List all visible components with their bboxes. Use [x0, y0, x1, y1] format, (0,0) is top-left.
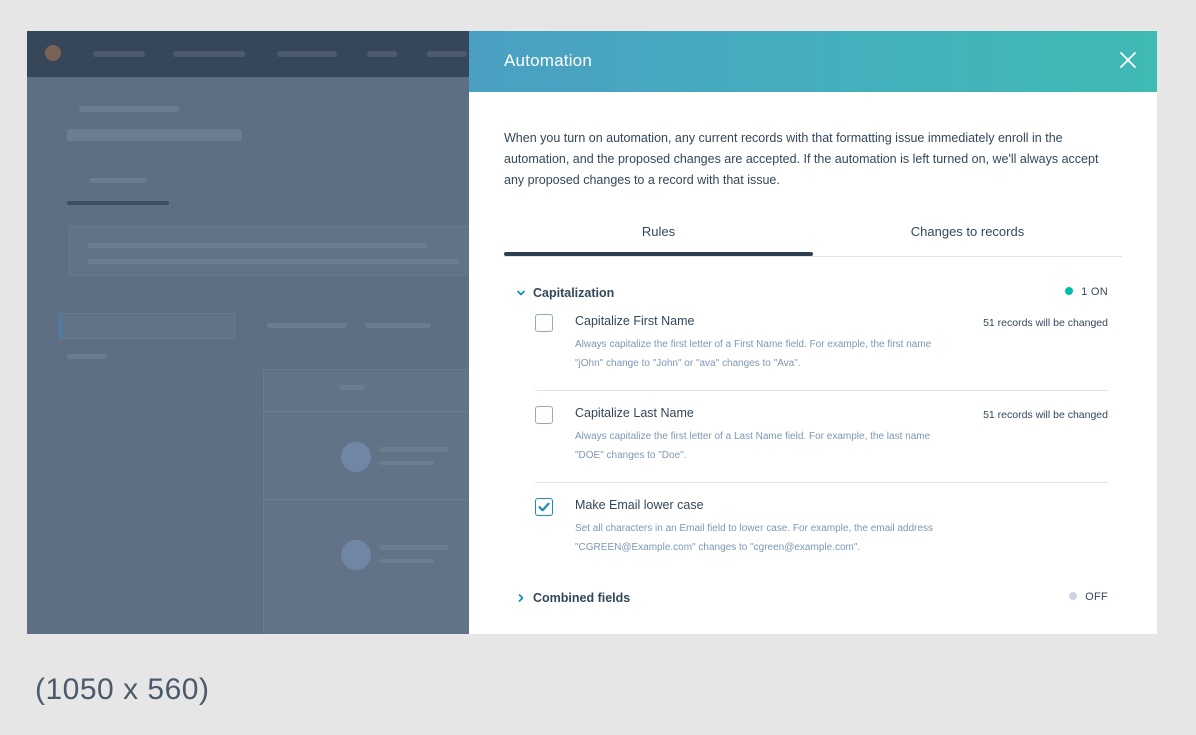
- status-dot-icon: [1069, 592, 1078, 600]
- modal-title: Automation: [504, 51, 592, 70]
- section-combined-fields-header[interactable]: Combined fields OFF: [516, 591, 1108, 611]
- checkmark-icon: [538, 502, 550, 512]
- rule-description: Set all characters in an Email field to …: [575, 523, 933, 553]
- background-filter: [267, 323, 347, 328]
- background-table-divider: [263, 499, 469, 500]
- tab-changes-to-records[interactable]: Changes to records: [813, 221, 1122, 257]
- background-filter: [365, 323, 431, 328]
- rule-checkbox[interactable]: [535, 406, 553, 424]
- background-row-text: [379, 545, 449, 550]
- background-nav-item: [173, 51, 245, 57]
- background-table-divider: [263, 411, 469, 412]
- rule-divider: [535, 482, 1108, 483]
- rule-record-count: 51 records will be changed: [983, 409, 1108, 421]
- close-icon: [1120, 52, 1136, 68]
- status-text: OFF: [1085, 591, 1108, 603]
- rule-record-count: 51 records will be changed: [983, 317, 1108, 329]
- section-status: 1 ON: [1065, 286, 1108, 298]
- dimension-caption: (1050 x 560): [35, 673, 210, 706]
- automation-modal: Automation When you turn on automation, …: [469, 31, 1157, 634]
- intro-text: When you turn on automation, any current…: [504, 131, 1099, 187]
- background-top-nav: [27, 31, 469, 77]
- rule-description: Always capitalize the first letter of a …: [575, 431, 931, 461]
- background-avatar: [341, 540, 371, 570]
- section-label: Combined fields: [533, 591, 631, 605]
- rule-title: Capitalize First Name: [575, 314, 695, 328]
- section-status: OFF: [1069, 591, 1108, 603]
- background-avatar: [341, 442, 371, 472]
- screenshot-frame: Automation When you turn on automation, …: [27, 31, 1157, 634]
- rule-title: Capitalize Last Name: [575, 406, 694, 420]
- active-tab-indicator: [504, 252, 813, 256]
- background-table: [263, 369, 469, 634]
- rule-divider: [535, 390, 1108, 391]
- rule-title: Make Email lower case: [575, 498, 704, 512]
- background-nav-item: [277, 51, 337, 57]
- rule-checkbox[interactable]: [535, 498, 553, 516]
- background-tab-indicator: [67, 201, 169, 205]
- background-info-box: [69, 226, 469, 276]
- background-nav-item: [93, 51, 145, 57]
- status-dot-icon: [1065, 287, 1074, 295]
- background-info-text: [87, 259, 459, 264]
- background-sidebar-item: [59, 313, 235, 339]
- background-info-text: [87, 243, 427, 248]
- rule-description: Always capitalize the first letter of a …: [575, 339, 932, 369]
- background-nav-item: [367, 51, 397, 57]
- tab-bar: Rules Changes to records: [504, 221, 1122, 257]
- background-tab-label: [89, 178, 147, 183]
- section-label: Capitalization: [533, 286, 615, 300]
- modal-header: Automation: [469, 31, 1157, 92]
- rule-checkbox[interactable]: [535, 314, 553, 332]
- chevron-down-icon: [516, 288, 526, 298]
- background-row-text: [379, 447, 449, 452]
- background-nav-item: [427, 51, 467, 57]
- background-row-text: [379, 559, 434, 563]
- background-table-header: [339, 385, 365, 390]
- background-row-text: [379, 461, 434, 465]
- chevron-right-icon: [516, 593, 526, 603]
- section-capitalization-header[interactable]: Capitalization 1 ON: [516, 286, 1108, 306]
- close-button[interactable]: [1117, 49, 1139, 71]
- background-app-overlay: [27, 31, 469, 634]
- background-sidebar-item: [67, 354, 107, 359]
- background-page-title: [67, 129, 242, 141]
- background-logo-icon: [45, 45, 61, 61]
- background-breadcrumb: [79, 106, 179, 112]
- status-text: 1 ON: [1081, 286, 1108, 298]
